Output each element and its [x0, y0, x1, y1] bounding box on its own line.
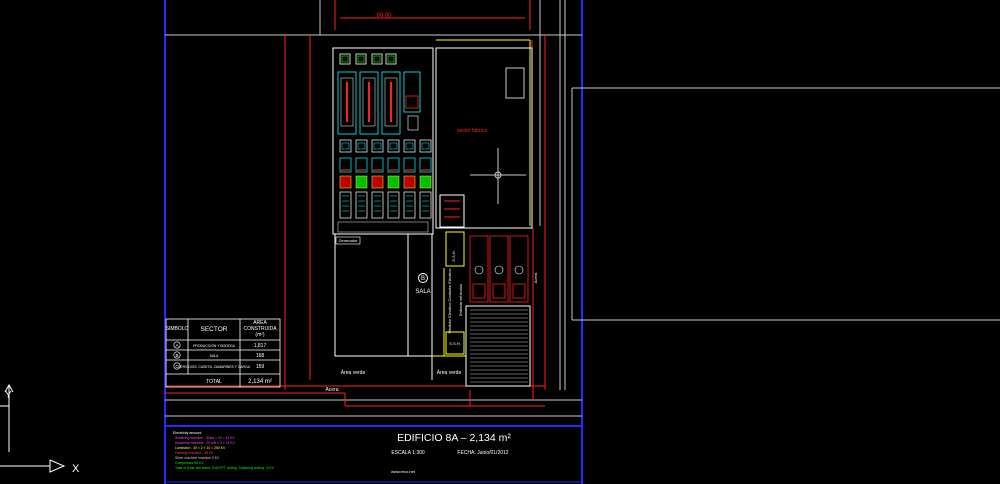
table-sector-2: SERVICIOS, CASETA, CAMARINES Y CARGA [178, 365, 250, 369]
stairs-hatch [470, 309, 528, 383]
drawing-website: www.reco.net [391, 469, 416, 474]
dimension-top: 80.00 [376, 13, 392, 19]
panel-3 [387, 139, 400, 153]
legend-item-0: Soldering machine - 30kw × 22 = 32 KV [175, 436, 235, 440]
acera-right-label: Acera [533, 272, 538, 283]
room-symbol: B [421, 276, 425, 282]
table-sector-1: SALA [210, 354, 219, 358]
table-header-symbol: SIMBOLO [166, 326, 189, 332]
vertical-label-2: Medidor Eléctrico [447, 302, 452, 334]
area-verde-label-1: Área verde [341, 369, 366, 376]
legend-list: Soldering machine - 30kw × 22 = 32 KVAss… [175, 436, 275, 470]
drawing-title: EDIFICIO 8A – 2,134 m² [397, 432, 511, 444]
table-header-sector: SECTOR [201, 326, 228, 333]
conveyor [337, 221, 429, 233]
cad-drawing-canvas[interactable]: 80.00 sector fabrica B SALA Área verde Á… [0, 0, 1000, 484]
room-label: SALA [415, 289, 430, 295]
sheet-border [164, 0, 583, 484]
acera-label: Acera [325, 387, 338, 393]
drawing-date: FECHA: Junio/01/2012 [457, 450, 508, 456]
ucs-y-label: Y [5, 390, 12, 401]
panel-1 [355, 139, 368, 153]
machine-top-0 [339, 53, 351, 65]
panel-0 [339, 139, 352, 153]
ssh-label-bottom: S.S.H. [449, 341, 461, 346]
ssh-label-top: S.S.H. [451, 250, 456, 262]
panel-2 [371, 139, 384, 153]
table-total-value: 2,134 m² [248, 379, 272, 385]
machine-top-2 [371, 53, 383, 65]
large-area-label: sector fabrica [457, 128, 487, 134]
table-symbol-1: B [175, 353, 178, 358]
legend-item-5: Compressor 50 KV [175, 461, 204, 465]
electrical-panel [439, 194, 465, 228]
legend-item-1: Assembly machine - 20 kW × 2 = 21 KV [175, 441, 236, 445]
area-verde-label-2: Área verde [437, 369, 462, 376]
table-area-2: 159 [256, 364, 265, 370]
vertical-label-3: Entrada vehículos [458, 284, 463, 316]
table-total-label: TOTAL [206, 379, 222, 385]
panel-5 [419, 139, 432, 153]
legend-item-4: Silver machine machine 5 KV [175, 456, 220, 460]
table-area-1: 168 [256, 353, 265, 359]
table-area-0: 1,817 [254, 343, 267, 349]
machine-top-3 [385, 53, 397, 65]
drawing-scale: ESCALA 1:300 [391, 450, 425, 456]
table-header-area: AREA CONSTRUIDA (m²) [243, 320, 277, 338]
machinery-layout [337, 53, 432, 233]
machine-top-1 [355, 53, 367, 65]
crosshair-symbol [470, 148, 526, 204]
legend-item-3: Framing machine - 45 KV [175, 451, 214, 455]
legend-item-2: Laminator - 30 × 2 × 10 = 250 KV [175, 446, 226, 450]
table-sector-0: PRODUCCIÓN Y BODEGA [193, 343, 235, 348]
generator-tag: Generador [338, 238, 358, 243]
equipment-box [505, 67, 525, 99]
panel-4 [403, 139, 416, 153]
legend-heading: Electricity amount [173, 431, 201, 435]
ucs-x-label: X [72, 463, 80, 475]
parking-stalls [469, 235, 529, 303]
vertical-label-1: Contador Eléctrico [447, 268, 452, 302]
table-symbol-0: A [175, 343, 178, 348]
legend-item-6: Total of Solar cell tester, EVA/TPT cutt… [175, 466, 275, 470]
